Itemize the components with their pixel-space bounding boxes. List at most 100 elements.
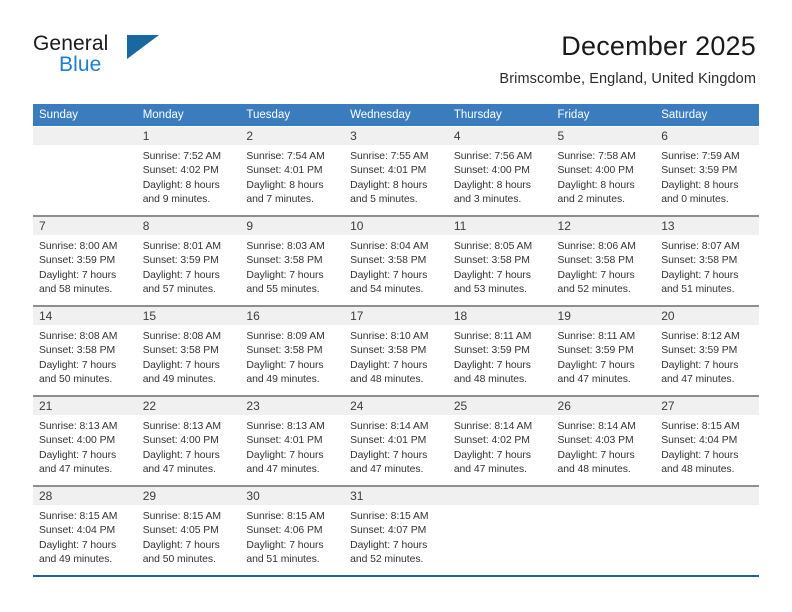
day-sun-info: Sunrise: 8:13 AM Sunset: 4:01 PM Daylight:…: [240, 415, 344, 478]
day-info-line: Sunset: 3:58 PM: [142, 345, 219, 357]
day-cell[interactable]: 31 Sunrise: 8:15 AM Sunset: 4:07 PM Dayligh…: [344, 487, 448, 575]
day-cell[interactable]: 25 Sunrise: 8:14 AM Sunset: 4:02 PM Dayligh…: [447, 397, 552, 485]
day-info-line: and 50 minutes.: [39, 374, 113, 386]
day-info-line: Sunset: 4:00 PM: [39, 435, 116, 447]
day-sun-info: Sunrise: 8:03 AM Sunset: 3:58 PM Daylight:…: [240, 235, 344, 298]
day-cell[interactable]: 8 Sunrise: 8:01 AM Sunset: 3:59 PM Daylight…: [136, 217, 241, 305]
day-cell[interactable]: 23 Sunrise: 8:13 AM Sunset: 4:01 PM Dayligh…: [240, 397, 345, 485]
day-sun-info: Sunrise: 8:12 AM Sunset: 3:59 PM Daylight:…: [655, 325, 759, 388]
day-info-line: and 50 minutes.: [142, 554, 216, 566]
day-info-line: Sunset: 3:59 PM: [661, 165, 738, 177]
day-number-band: [33, 127, 137, 145]
day-info-line: Daylight: 7 hours: [142, 539, 220, 551]
day-info-line: Daylight: 8 hours: [142, 179, 220, 191]
week-row: 1 Sunrise: 7:52 AM Sunset: 4:02 PM Daylight…: [33, 126, 759, 217]
day-cell[interactable]: 18 Sunrise: 8:11 AM Sunset: 3:59 PM Dayligh…: [447, 307, 552, 395]
day-info-line: Daylight: 7 hours: [350, 449, 428, 461]
day-number: 18: [453, 309, 468, 323]
day-cell[interactable]: 7 Sunrise: 8:00 AM Sunset: 3:59 PM Daylight…: [33, 217, 137, 305]
day-cell[interactable]: 3 Sunrise: 7:55 AM Sunset: 4:01 PM Daylight…: [344, 127, 448, 215]
day-cell[interactable]: 11 Sunrise: 8:05 AM Sunset: 3:58 PM Dayligh…: [447, 217, 552, 305]
day-cell[interactable]: 24 Sunrise: 8:14 AM Sunset: 4:01 PM Dayligh…: [344, 397, 448, 485]
general-blue-logo: General Blue: [33, 32, 183, 80]
day-info-line: Sunrise: 8:08 AM: [39, 331, 118, 342]
day-cell[interactable]: 20 Sunrise: 8:12 AM Sunset: 3:59 PM Dayligh…: [655, 307, 759, 395]
day-number: 30: [246, 489, 260, 503]
day-info-line: and 52 minutes.: [350, 554, 424, 566]
day-cell[interactable]: 13 Sunrise: 8:07 AM Sunset: 3:58 PM Dayligh…: [655, 217, 759, 305]
day-sun-info: Sunrise: 8:00 AM Sunset: 3:59 PM Daylight:…: [33, 235, 137, 298]
day-cell[interactable]: 4 Sunrise: 7:56 AM Sunset: 4:00 PM Daylight…: [447, 127, 552, 215]
day-info-line: and 49 minutes.: [39, 554, 113, 566]
day-info-line: Sunrise: 8:14 AM: [453, 421, 533, 432]
day-cell[interactable]: 19 Sunrise: 8:11 AM Sunset: 3:59 PM Dayligh…: [551, 307, 656, 395]
day-cell[interactable]: 14 Sunrise: 8:08 AM Sunset: 3:58 PM Dayligh…: [33, 307, 137, 395]
day-cell[interactable]: 2 Sunrise: 7:54 AM Sunset: 4:01 PM Daylight…: [240, 127, 345, 215]
day-info-line: Daylight: 8 hours: [557, 179, 635, 191]
day-sun-info: Sunrise: 8:15 AM Sunset: 4:07 PM Daylight:…: [344, 505, 448, 568]
day-cell[interactable]: 28 Sunrise: 8:15 AM Sunset: 4:04 PM Dayligh…: [33, 487, 137, 575]
day-number: 25: [453, 399, 468, 413]
day-number-band: 4: [447, 127, 552, 145]
day-cell[interactable]: 26 Sunrise: 8:14 AM Sunset: 4:03 PM Dayligh…: [551, 397, 656, 485]
day-info-line: Daylight: 7 hours: [453, 269, 531, 281]
day-sun-info: Sunrise: 8:04 AM Sunset: 3:58 PM Daylight:…: [344, 235, 448, 298]
day-cell[interactable]: 17 Sunrise: 8:10 AM Sunset: 3:58 PM Dayligh…: [344, 307, 448, 395]
day-number-band: 25: [447, 397, 552, 415]
day-sun-info: Sunrise: 8:14 AM Sunset: 4:01 PM Daylight:…: [344, 415, 448, 478]
day-info-line: Sunrise: 8:01 AM: [142, 241, 222, 252]
day-number-band: 31: [344, 487, 448, 505]
day-cell[interactable]: 21 Sunrise: 8:13 AM Sunset: 4:00 PM Dayligh…: [33, 397, 137, 485]
day-info-line: Daylight: 8 hours: [246, 179, 324, 191]
day-info-line: and 58 minutes.: [39, 284, 113, 296]
day-info-line: and 48 minutes.: [661, 464, 735, 476]
day-info-line: Sunrise: 8:14 AM: [350, 421, 429, 432]
day-cell[interactable]: 29 Sunrise: 8:15 AM Sunset: 4:05 PM Dayligh…: [136, 487, 241, 575]
day-info-line: Sunrise: 8:13 AM: [142, 421, 222, 432]
day-cell[interactable]: 15 Sunrise: 8:08 AM Sunset: 3:58 PM Dayligh…: [136, 307, 241, 395]
day-info-line: Sunset: 4:00 PM: [453, 165, 530, 177]
day-cell[interactable]: 1 Sunrise: 7:52 AM Sunset: 4:02 PM Daylight…: [136, 127, 241, 215]
day-info-line: and 47 minutes.: [350, 464, 424, 476]
weekday-header-tuesday: Tuesday: [246, 109, 291, 121]
day-info-line: Sunset: 3:58 PM: [350, 345, 427, 357]
day-cell[interactable]: 27 Sunrise: 8:15 AM Sunset: 4:04 PM Dayligh…: [655, 397, 759, 485]
day-info-line: Sunset: 4:01 PM: [350, 435, 427, 447]
day-number: 17: [350, 309, 364, 323]
day-number-band: 5: [551, 127, 656, 145]
day-info-line: Sunset: 4:06 PM: [246, 525, 323, 537]
day-cell[interactable]: 6 Sunrise: 7:59 AM Sunset: 3:59 PM Daylight…: [655, 127, 759, 215]
day-info-line: and 47 minutes.: [246, 464, 320, 476]
week-row: 7 Sunrise: 8:00 AM Sunset: 3:59 PM Daylight…: [33, 217, 759, 307]
day-number: 1: [142, 129, 150, 143]
day-cell[interactable]: 5 Sunrise: 7:58 AM Sunset: 4:00 PM Daylight…: [551, 127, 656, 215]
day-sun-info: Sunrise: 8:08 AM Sunset: 3:58 PM Daylight:…: [137, 325, 241, 388]
day-number-band: 10: [344, 217, 448, 235]
day-sun-info: Sunrise: 7:52 AM Sunset: 4:02 PM Daylight:…: [137, 145, 241, 208]
day-cell[interactable]: 16 Sunrise: 8:09 AM Sunset: 3:58 PM Dayligh…: [240, 307, 345, 395]
day-info-line: Sunrise: 8:15 AM: [661, 421, 740, 432]
day-info-line: Sunrise: 7:55 AM: [350, 151, 429, 162]
day-info-line: Daylight: 7 hours: [39, 359, 117, 371]
day-info-line: Daylight: 7 hours: [453, 449, 531, 461]
day-cell[interactable]: 30 Sunrise: 8:15 AM Sunset: 4:06 PM Dayligh…: [240, 487, 345, 575]
day-sun-info: Sunrise: 8:15 AM Sunset: 4:05 PM Daylight:…: [137, 505, 241, 568]
day-info-line: and 47 minutes.: [142, 464, 216, 476]
day-info-line: Sunset: 3:59 PM: [661, 345, 738, 357]
day-cell[interactable]: 10 Sunrise: 8:04 AM Sunset: 3:58 PM Dayligh…: [344, 217, 448, 305]
day-info-line: Daylight: 7 hours: [350, 539, 428, 551]
day-number-band: 1: [136, 127, 241, 145]
day-cell[interactable]: 9 Sunrise: 8:03 AM Sunset: 3:58 PM Daylight…: [240, 217, 345, 305]
day-number-band: 12: [551, 217, 656, 235]
day-cell[interactable]: 22 Sunrise: 8:13 AM Sunset: 4:00 PM Dayligh…: [136, 397, 241, 485]
day-sun-info: Sunrise: 8:15 AM Sunset: 4:04 PM Daylight:…: [655, 415, 759, 478]
calendar-page: General Blue December 2025 Brimscombe, E…: [0, 0, 792, 612]
day-cell[interactable]: 12 Sunrise: 8:06 AM Sunset: 3:58 PM Dayligh…: [551, 217, 656, 305]
day-info-line: Sunrise: 7:58 AM: [557, 151, 636, 162]
day-number-band: 2: [240, 127, 345, 145]
day-number: 10: [350, 219, 364, 233]
day-sun-info: Sunrise: 8:14 AM Sunset: 4:02 PM Daylight:…: [448, 415, 552, 478]
day-sun-info: Sunrise: 8:13 AM Sunset: 4:00 PM Daylight:…: [137, 415, 241, 478]
day-info-line: Sunrise: 8:06 AM: [557, 241, 636, 252]
day-number: 19: [557, 309, 571, 323]
